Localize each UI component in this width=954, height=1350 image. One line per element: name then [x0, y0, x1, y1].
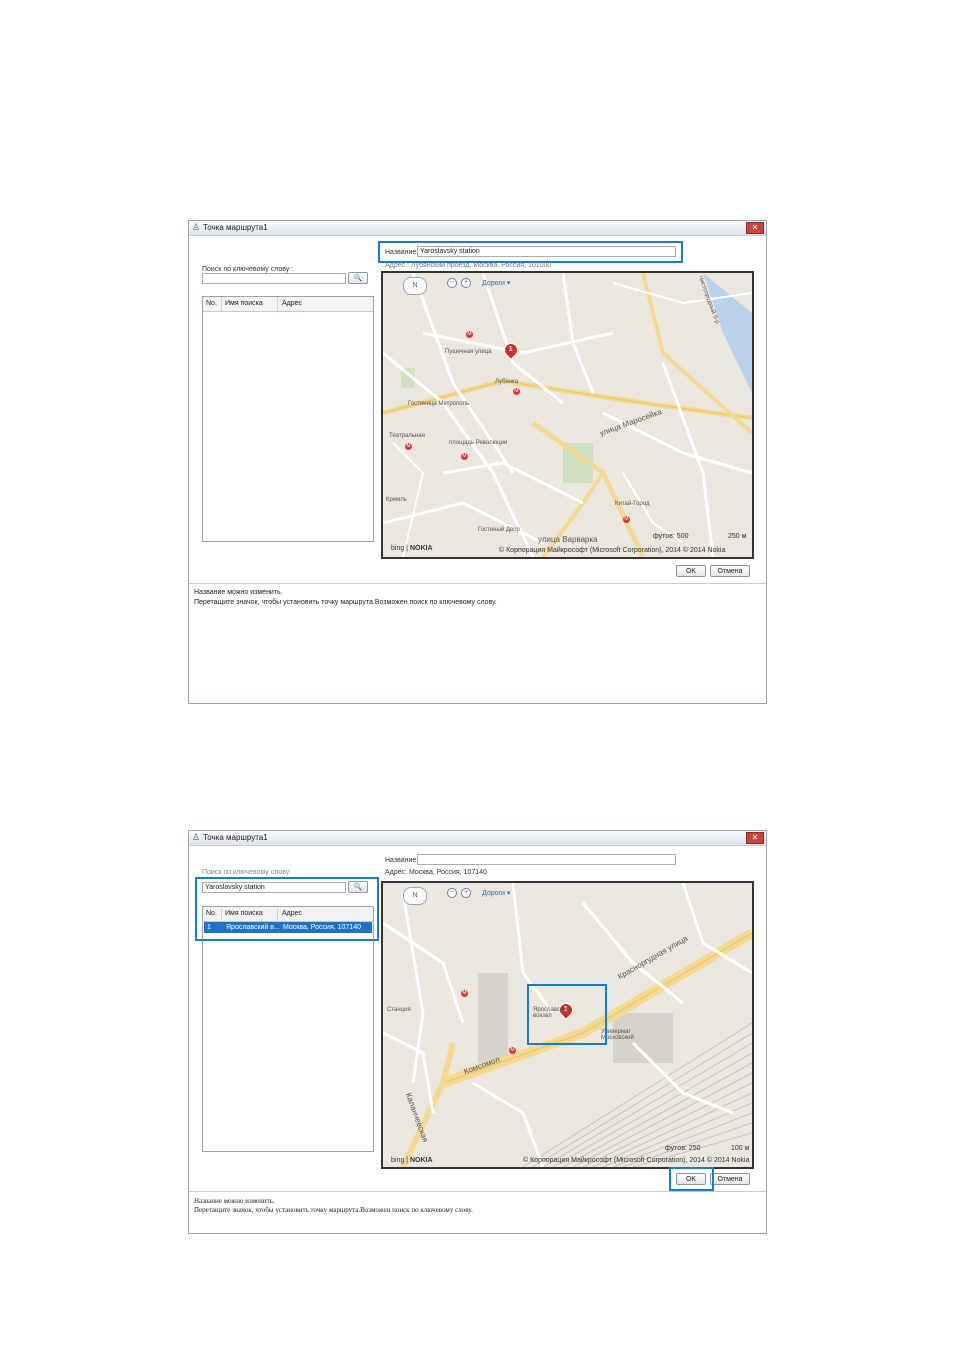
metro-icon: М [405, 443, 412, 450]
metro-icon: М [623, 516, 630, 523]
address-label: Адрес : Лубянский проезд, Москва, Россия… [385, 262, 552, 269]
hint-line-2: Перетащите значок, чтобы установить точк… [194, 599, 497, 606]
search-button[interactable]: 🔍 [348, 881, 368, 893]
street-label: Лубянка [495, 379, 519, 385]
ok-button[interactable]: OK [676, 1173, 706, 1185]
window-title: Точка маршрута1 [203, 223, 268, 232]
name-field[interactable] [417, 854, 676, 865]
row-address: Москва, Россия, 107140 [283, 924, 361, 931]
hint-line-1: Название можно изменить. [194, 589, 283, 596]
search-icon: 🔍 [353, 275, 363, 282]
street-label: Станция [387, 1007, 411, 1013]
street-label: Универмаг Московский [601, 1029, 634, 1041]
map-scale-meters: 250 м [728, 533, 747, 540]
window-title: Точка маршрута1 [203, 833, 268, 842]
street-label: Пушечная улица [445, 349, 492, 355]
name-label: Название: [385, 857, 419, 864]
col-name[interactable]: Имя поиска [225, 300, 263, 307]
row-no: 1 [207, 924, 211, 931]
street-label: Ярославский вокзал [533, 1007, 570, 1019]
route-point-dialog-2: ♙ Точка маршрута1 ✕ Название: Адрес: Мос… [188, 830, 767, 1234]
zoom-in-icon[interactable]: + [461, 278, 471, 288]
zoom-in-icon[interactable]: + [461, 888, 471, 898]
street-label: Китай-Город [615, 501, 650, 507]
map-type-dropdown[interactable]: Дороги ▾ [482, 889, 510, 897]
title-bar[interactable]: ♙ Точка маршрута1 ✕ [189, 831, 766, 846]
results-list[interactable]: No. Имя поиска Адрес 1 Ярославский в... … [202, 906, 374, 1152]
map-compass[interactable]: N [403, 277, 427, 295]
address-value: Лубянский проезд, Москва, Россия, 101000 [410, 262, 552, 269]
col-name[interactable]: Имя поиска [225, 910, 263, 917]
table-row[interactable]: 1 Ярославский в... Москва, Россия, 10714… [204, 922, 372, 933]
street-label: Гостиный Двор [478, 527, 520, 533]
street-label: площадь Революции [449, 440, 508, 446]
search-label: Поиск по ключевому слову: [202, 869, 292, 876]
street-label: улица Варварка [538, 535, 598, 544]
map-view[interactable]: N − + Дороги ▾ 1 М М Красноprудная улица… [381, 881, 754, 1169]
map-view[interactable]: N − + Дороги ▾ 1 М М М М М Пушечная улиц… [381, 271, 754, 559]
metro-icon: М [461, 990, 468, 997]
map-streets [383, 883, 752, 1167]
route-point-icon: ♙ [192, 222, 201, 232]
hint-line-1: Название можно изменить. [194, 1197, 275, 1205]
title-bar[interactable]: ♙ Точка маршрута1 ✕ [189, 221, 766, 236]
search-label: Поиск по ключевому слову : [202, 266, 294, 273]
metro-icon: М [461, 453, 468, 460]
metro-icon: М [509, 1047, 516, 1054]
map-type-dropdown[interactable]: Дороги ▾ [482, 279, 510, 287]
search-icon: 🔍 [353, 884, 363, 891]
map-streets [383, 273, 752, 557]
search-input[interactable] [202, 273, 346, 284]
bing-logo: bing | NOKIA [391, 545, 433, 552]
street-label: Кремль [386, 497, 407, 503]
map-copyright: © Корпорация Майкрософт (Microsoft Corpo… [499, 547, 726, 554]
search-input[interactable]: Yaroslavsky station [202, 882, 346, 893]
results-header: No. Имя поиска Адрес [203, 907, 373, 922]
route-point-dialog-1: ♙ Точка маршрута1 ✕ Название: Yaroslavsk… [188, 220, 767, 704]
address-value: Москва, Россия, 107140 [408, 869, 487, 876]
close-icon[interactable]: ✕ [746, 222, 764, 234]
col-address[interactable]: Адрес [282, 910, 302, 917]
map-scale-feet: футов: 250 [665, 1145, 701, 1152]
results-list[interactable]: No. Имя поиска Адрес [202, 296, 374, 542]
map-scale-feet: футов: 500 [653, 533, 689, 540]
cancel-button[interactable]: Отмена [710, 565, 750, 577]
street-label: Театральная [389, 433, 425, 439]
metro-icon: М [466, 331, 473, 338]
cancel-button[interactable]: Отмена [710, 1173, 750, 1185]
map-copyright: © Корпорация Майкрософт (Microsoft Corpo… [523, 1157, 750, 1164]
hint-line-2: Перетащите значок, чтобы установить точк… [194, 1206, 473, 1214]
name-label: Название: [385, 249, 419, 256]
divider [189, 1191, 766, 1192]
map-scale-meters: 100 м [731, 1145, 750, 1152]
bing-logo: bing | NOKIA [391, 1157, 433, 1164]
metro-icon: М [513, 388, 520, 395]
address-label: Адрес: Москва, Россия, 107140 [385, 869, 487, 876]
search-button[interactable]: 🔍 [348, 272, 368, 284]
col-no[interactable]: No. [206, 910, 217, 917]
street-label: Гостиница Метрополь [408, 401, 470, 407]
zoom-out-icon[interactable]: − [447, 278, 457, 288]
close-icon[interactable]: ✕ [746, 832, 764, 844]
zoom-out-icon[interactable]: − [447, 888, 457, 898]
results-header: No. Имя поиска Адрес [203, 297, 373, 312]
route-point-icon: ♙ [192, 832, 201, 842]
col-address[interactable]: Адрес [282, 300, 302, 307]
ok-button[interactable]: OK [676, 565, 706, 577]
map-compass[interactable]: N [403, 887, 427, 905]
divider [189, 583, 766, 584]
col-no[interactable]: No. [206, 300, 217, 307]
name-field[interactable]: Yaroslavsky station [417, 246, 676, 257]
row-name: Ярославский в... [226, 924, 280, 931]
